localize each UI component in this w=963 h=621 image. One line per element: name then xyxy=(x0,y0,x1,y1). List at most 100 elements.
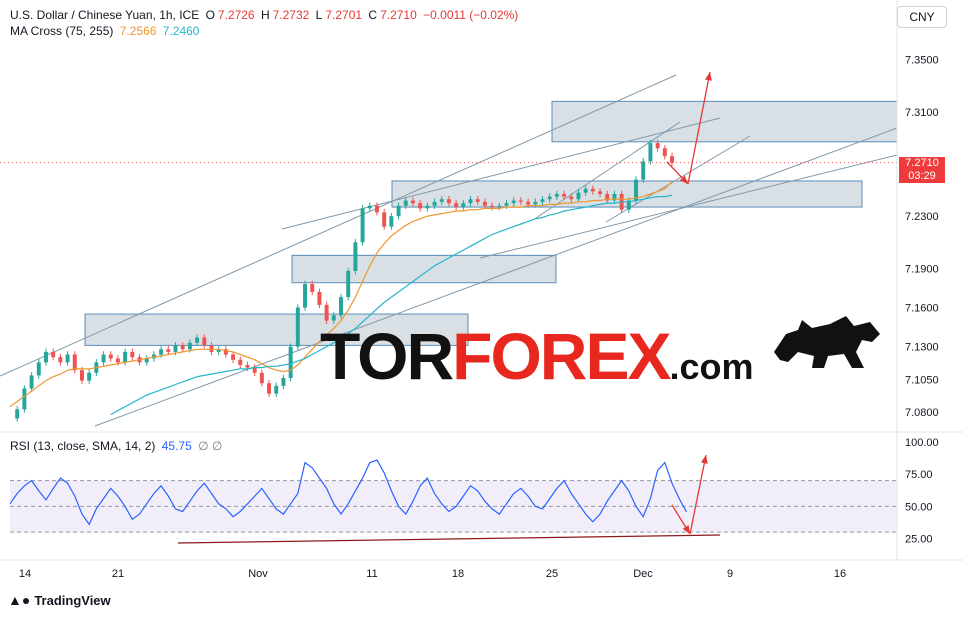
low-value: 7.2701 xyxy=(325,8,363,22)
candle-body xyxy=(569,196,574,200)
tradingview-text: TradingView xyxy=(34,593,111,608)
candle-body xyxy=(389,216,394,227)
candle-body xyxy=(123,351,128,363)
candle-body xyxy=(562,194,567,197)
candle-body xyxy=(72,354,77,371)
candle-body xyxy=(346,271,351,298)
candle-body xyxy=(504,203,509,206)
candle-body xyxy=(65,354,70,363)
chart-area[interactable]: 7.3500 7.3100 7.2300 7.1900 7.1600 7.1300 7.10… xyxy=(0,0,963,616)
candle-body xyxy=(310,284,315,292)
price-chart[interactable]: 7.3500 7.3100 7.2300 7.1900 7.1600 7.1300 7.10… xyxy=(0,0,963,616)
candle-body xyxy=(598,191,603,194)
tradingview-logo-icon: ▲● xyxy=(8,592,31,608)
symbol-title: U.S. Dollar / Chinese Yuan, 1h, ICE xyxy=(10,8,200,22)
candle-body xyxy=(36,362,41,376)
close-value: 7.2710 xyxy=(380,8,417,22)
price-tick-label: 7.0800 xyxy=(905,407,939,419)
tradingview-branding[interactable]: ▲● TradingView xyxy=(8,592,111,608)
candle-body xyxy=(295,307,300,347)
candle-body xyxy=(238,359,243,365)
candle-body xyxy=(360,208,365,243)
candle-body xyxy=(670,156,674,163)
rsi-tick-label: 50.00 xyxy=(905,501,933,513)
candle-body xyxy=(22,388,27,410)
candle-body xyxy=(87,372,92,381)
ma-slow-value: 7.2460 xyxy=(162,24,200,38)
candle-body xyxy=(202,337,207,346)
candle-body xyxy=(533,201,538,205)
watermark-part1: TOR xyxy=(320,319,454,393)
time-tick-label: 21 xyxy=(112,568,124,580)
candle-body xyxy=(130,351,135,358)
rsi-tick-label: 25.00 xyxy=(905,534,933,546)
candle-body xyxy=(367,205,372,209)
candle-body xyxy=(468,199,473,204)
rsi-value: 45.75 xyxy=(161,439,192,453)
candle-body xyxy=(159,349,164,355)
candle-body xyxy=(51,351,56,358)
visibility-icons[interactable]: ∅ ∅ xyxy=(198,439,222,453)
rsi-header[interactable]: RSI (13, close, SMA, 14, 2) 45.75 ∅ ∅ xyxy=(10,439,225,453)
forecast-arrow-up-head xyxy=(704,72,712,81)
price-tick-label: 7.1900 xyxy=(905,263,939,275)
candle-body xyxy=(353,242,358,271)
time-tick-label: Nov xyxy=(248,568,268,580)
time-tick-label: 25 xyxy=(546,568,558,580)
candle-body xyxy=(79,370,84,381)
last-price-tag: 7.2710 xyxy=(899,157,945,170)
candle-body xyxy=(518,200,523,202)
rsi-tick-label: 100.00 xyxy=(905,437,939,449)
candle-body xyxy=(554,194,559,197)
candle-body xyxy=(403,200,408,206)
indicator-label: MA Cross (75, 255) xyxy=(10,24,114,38)
currency-button[interactable]: CNY xyxy=(897,6,947,28)
candle-body xyxy=(43,351,48,363)
watermark-part2: FOREX xyxy=(452,319,671,393)
candle-body xyxy=(482,201,487,206)
time-tick-label: 14 xyxy=(19,568,31,580)
price-tick-label: 7.1600 xyxy=(905,303,939,315)
candle-body xyxy=(209,345,214,352)
rsi-label: RSI (13, close, SMA, 14, 2) xyxy=(10,439,156,453)
indicator-header[interactable]: MA Cross (75, 255) 7.2566 7.2460 xyxy=(10,24,202,38)
candle-body xyxy=(382,212,387,227)
open-value: 7.2726 xyxy=(217,8,255,22)
time-tick-label: 18 xyxy=(452,568,464,580)
bull-icon xyxy=(774,316,880,368)
candle-body xyxy=(526,201,531,205)
candle-body xyxy=(662,148,667,157)
candle-body xyxy=(540,199,545,202)
candle-body xyxy=(29,375,34,389)
candle-body xyxy=(497,205,502,208)
candle-body xyxy=(655,143,660,149)
time-tick-label: 9 xyxy=(727,568,733,580)
candle-body xyxy=(475,199,480,202)
candle-body xyxy=(511,200,516,204)
watermark-part3: .com xyxy=(669,346,754,387)
candle-body xyxy=(590,188,595,192)
trend-line xyxy=(281,117,721,230)
countdown-tag: 03:29 xyxy=(899,170,945,183)
price-tick-label: 7.1050 xyxy=(905,374,939,386)
candle-body xyxy=(461,203,466,208)
candle-body xyxy=(641,161,646,180)
change-value: −0.0011 (−0.02%) xyxy=(423,8,519,22)
price-tick-label: 7.2300 xyxy=(905,211,939,223)
high-value: 7.2732 xyxy=(272,8,310,22)
time-tick-label: Dec xyxy=(633,568,653,580)
candle-body xyxy=(576,192,581,200)
candle-body xyxy=(583,188,588,193)
candle-body xyxy=(195,337,200,343)
candle-body xyxy=(454,203,459,208)
candle-body xyxy=(396,205,401,217)
ma-fast-value: 7.2566 xyxy=(119,24,157,38)
price-tick-label: 7.3100 xyxy=(905,107,939,119)
candle-body xyxy=(439,199,444,202)
candle-body xyxy=(410,200,415,204)
candle-body xyxy=(180,345,185,350)
candle-body xyxy=(58,357,63,363)
candle-body xyxy=(547,196,552,200)
candle-body xyxy=(418,203,423,209)
price-tick-label: 7.3500 xyxy=(905,55,939,67)
